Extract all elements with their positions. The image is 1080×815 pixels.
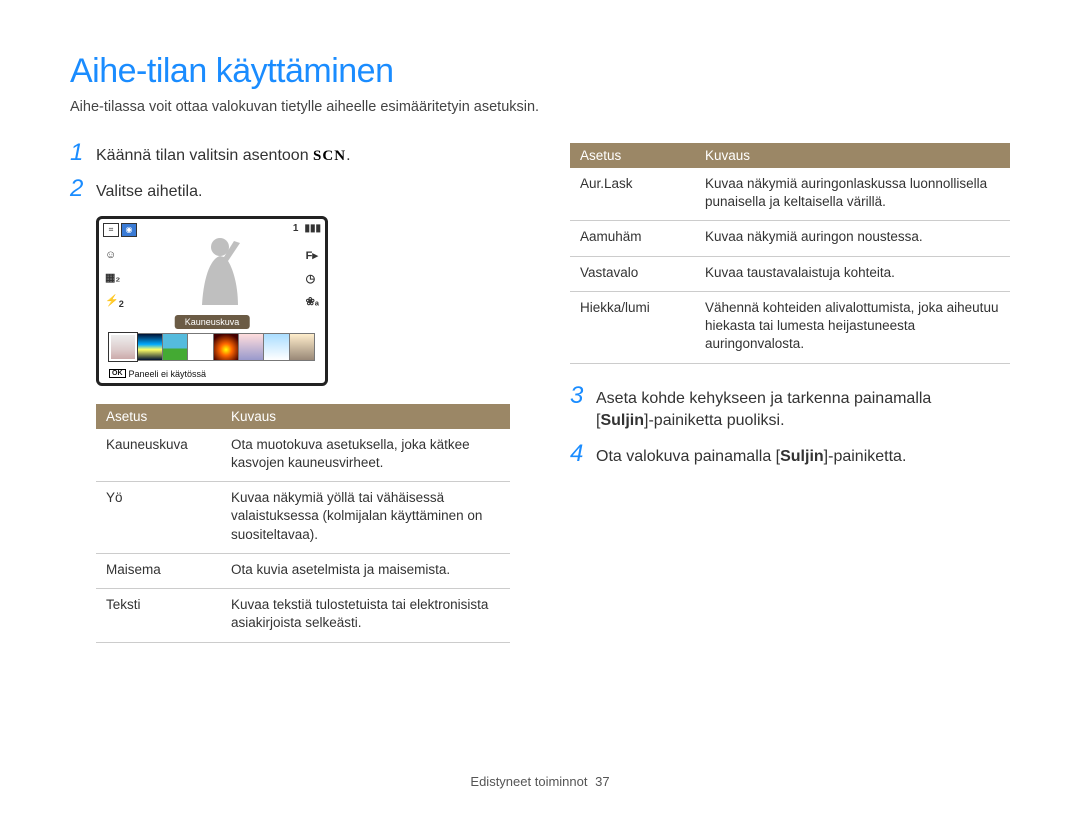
quality-icon: F▸ bbox=[306, 249, 319, 262]
person-silhouette-icon bbox=[172, 233, 252, 313]
table-row: Aur.LaskKuvaa näkymiä auringonlaskussa l… bbox=[570, 168, 1010, 221]
thumb-beauty bbox=[109, 333, 137, 361]
step-2: 2 Valitse aihetila. bbox=[70, 179, 510, 203]
table-row: MaisemaOta kuvia asetelmista ja maisemis… bbox=[96, 553, 510, 588]
scene-label: Kauneuskuva bbox=[175, 315, 250, 329]
thumb-landscape bbox=[162, 333, 188, 361]
step-4-post: ]-painiketta. bbox=[824, 448, 907, 465]
timer-icon: ◷ bbox=[306, 272, 319, 285]
panel-off-hint: OK Paneeli ei käytössä bbox=[109, 369, 206, 379]
battery-icon: ▮▮▮ bbox=[304, 223, 321, 234]
step-2-text: Valitse aihetila. bbox=[96, 179, 202, 203]
face-detect-icon: ☺ bbox=[105, 249, 124, 261]
thumb-sand bbox=[289, 333, 315, 361]
size-icon: ⌗ bbox=[103, 223, 119, 237]
ok-button-icon: OK bbox=[109, 369, 126, 378]
step-3-line1: Aseta kohde kehykseen ja tarkenna painam… bbox=[596, 390, 931, 407]
table-row: YöKuvaa näkymiä yöllä tai vähäisessä val… bbox=[96, 482, 510, 554]
shutter-bold: Suljin bbox=[780, 448, 824, 465]
table-row: AamuhämKuvaa näkymiä auringon noustessa. bbox=[570, 221, 1010, 256]
flash-icon: ⚡2 bbox=[105, 294, 124, 309]
step-4: 4 Ota valokuva painamalla [Suljin]-paini… bbox=[570, 444, 1010, 468]
step-3: 3 Aseta kohde kehykseen ja tarkenna pain… bbox=[570, 386, 1010, 433]
footer-section: Edistyneet toiminnot bbox=[470, 774, 587, 789]
thumb-dawn bbox=[238, 333, 264, 361]
settings-table-2: Asetus Kuvaus Aur.LaskKuvaa näkymiä auri… bbox=[570, 143, 1010, 364]
mode-badge-icon: ◉ bbox=[121, 223, 137, 237]
step-1-text-pre: Käännä tilan valitsin asentoon bbox=[96, 147, 313, 164]
col-setting: Asetus bbox=[570, 143, 695, 168]
col-desc: Kuvaus bbox=[695, 143, 1010, 168]
table-row: TekstiKuvaa tekstiä tulostetuista tai el… bbox=[96, 589, 510, 642]
table-row: VastavaloKuvaa taustavalaistuja kohteita… bbox=[570, 256, 1010, 291]
step-3-rest: ]-painiketta puoliksi. bbox=[644, 412, 785, 429]
table-row: Hiekka/lumiVähennä kohteiden alivalottum… bbox=[570, 291, 1010, 363]
page-title: Aihe-tilan käyttäminen bbox=[70, 52, 1010, 91]
settings-table-1: Asetus Kuvaus KauneuskuvaOta muotokuva a… bbox=[96, 404, 510, 643]
page-subtitle: Aihe-tilassa voit ottaa valokuvan tietyl… bbox=[70, 99, 1010, 115]
thumb-sunset bbox=[213, 333, 239, 361]
step-1-text-post: . bbox=[346, 147, 350, 164]
step-number: 4 bbox=[570, 442, 596, 466]
table-row: KauneuskuvaOta muotokuva asetuksella, jo… bbox=[96, 429, 510, 482]
shutter-bold: Suljin bbox=[600, 412, 644, 429]
col-setting: Asetus bbox=[96, 404, 221, 429]
scene-thumbnails bbox=[109, 333, 315, 361]
step-4-pre: Ota valokuva painamalla [ bbox=[596, 448, 780, 465]
step-1: 1 Käännä tilan valitsin asentoon SCN. bbox=[70, 143, 510, 167]
thumb-night bbox=[136, 333, 162, 361]
macro-icon: ❀ₐ bbox=[306, 295, 319, 308]
thumb-backlight bbox=[263, 333, 289, 361]
step-number: 3 bbox=[570, 384, 596, 408]
shots-remaining: 1 bbox=[293, 223, 299, 234]
footer-page-number: 37 bbox=[595, 774, 609, 789]
mode-scn-icon: SCN bbox=[313, 148, 346, 164]
page-footer: Edistyneet toiminnot 37 bbox=[0, 774, 1080, 789]
metering-icon: ▦₂ bbox=[105, 271, 124, 284]
step-number: 1 bbox=[70, 141, 96, 165]
thumb-text bbox=[187, 333, 213, 361]
col-desc: Kuvaus bbox=[221, 404, 510, 429]
step-number: 2 bbox=[70, 177, 96, 201]
lcd-preview: ⌗ ◉ 1 ▮▮▮ ☺ ▦₂ ⚡2 F▸ ◷ ❀ₐ bbox=[96, 216, 328, 386]
